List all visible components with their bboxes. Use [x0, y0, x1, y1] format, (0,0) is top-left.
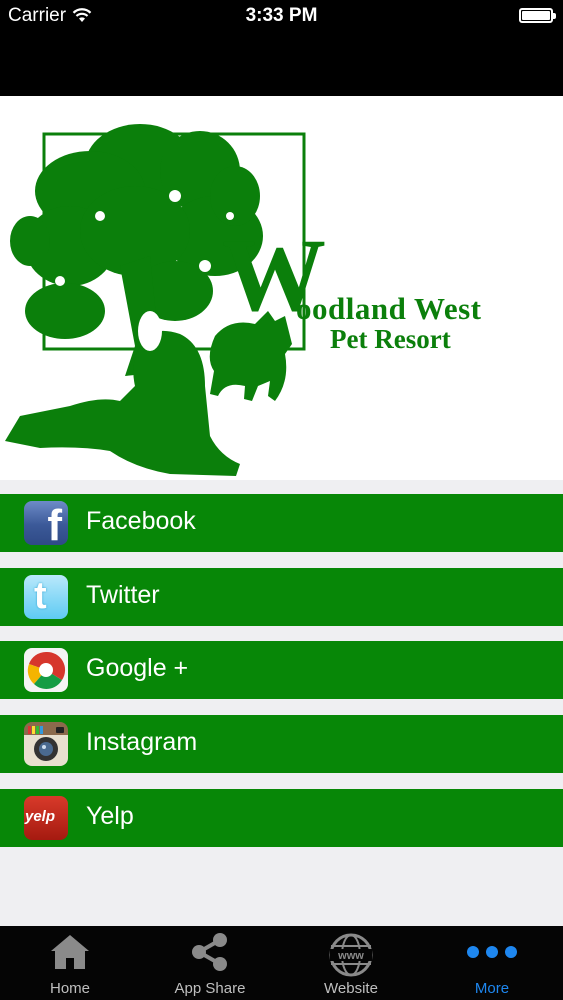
yelp-row[interactable]: yelp Yelp — [0, 789, 563, 847]
home-icon — [49, 932, 91, 977]
tab-more[interactable]: More — [422, 926, 562, 1000]
yelp-icon: yelp — [24, 796, 68, 840]
instagram-label: Instagram — [86, 728, 198, 756]
facebook-icon: f — [24, 501, 68, 545]
tab-website-label: Website — [324, 980, 378, 997]
tab-website[interactable]: www Website — [281, 926, 421, 1000]
google-plus-row[interactable]: Google + — [0, 641, 563, 699]
instagram-row[interactable]: Instagram — [0, 715, 563, 773]
share-icon — [189, 932, 231, 977]
twitter-icon: t — [24, 575, 68, 619]
tab-home[interactable]: Home — [0, 926, 140, 1000]
top-bar: Carrier 3:33 PM — [0, 0, 563, 96]
more-dots-icon — [465, 944, 519, 965]
svg-text:www: www — [337, 950, 364, 962]
brand-name-line1: oodland West — [296, 291, 482, 326]
www-globe-icon: www — [328, 932, 374, 983]
tab-more-label: More — [474, 980, 510, 997]
tab-app-share-label: App Share — [174, 980, 246, 997]
facebook-row[interactable]: f Facebook — [0, 494, 563, 552]
instagram-icon — [24, 722, 68, 766]
yelp-label: Yelp — [86, 802, 134, 830]
battery-icon — [519, 8, 556, 23]
twitter-row[interactable]: t Twitter — [0, 568, 563, 626]
clock: 3:33 PM — [245, 5, 318, 26]
google-plus-icon — [24, 648, 68, 692]
google-plus-label: Google + — [86, 654, 189, 682]
tab-home-label: Home — [49, 980, 90, 997]
tab-app-share[interactable]: App Share — [140, 926, 280, 1000]
facebook-label: Facebook — [86, 507, 196, 535]
brand-name-line2: Pet Resort — [330, 324, 451, 354]
status-bar: Carrier 3:33 PM — [0, 0, 563, 32]
brand-banner: W oodland West Pet Resort — [0, 96, 563, 480]
twitter-label: Twitter — [86, 581, 160, 609]
tab-bar: Home App Share www Website More — [0, 926, 563, 1000]
